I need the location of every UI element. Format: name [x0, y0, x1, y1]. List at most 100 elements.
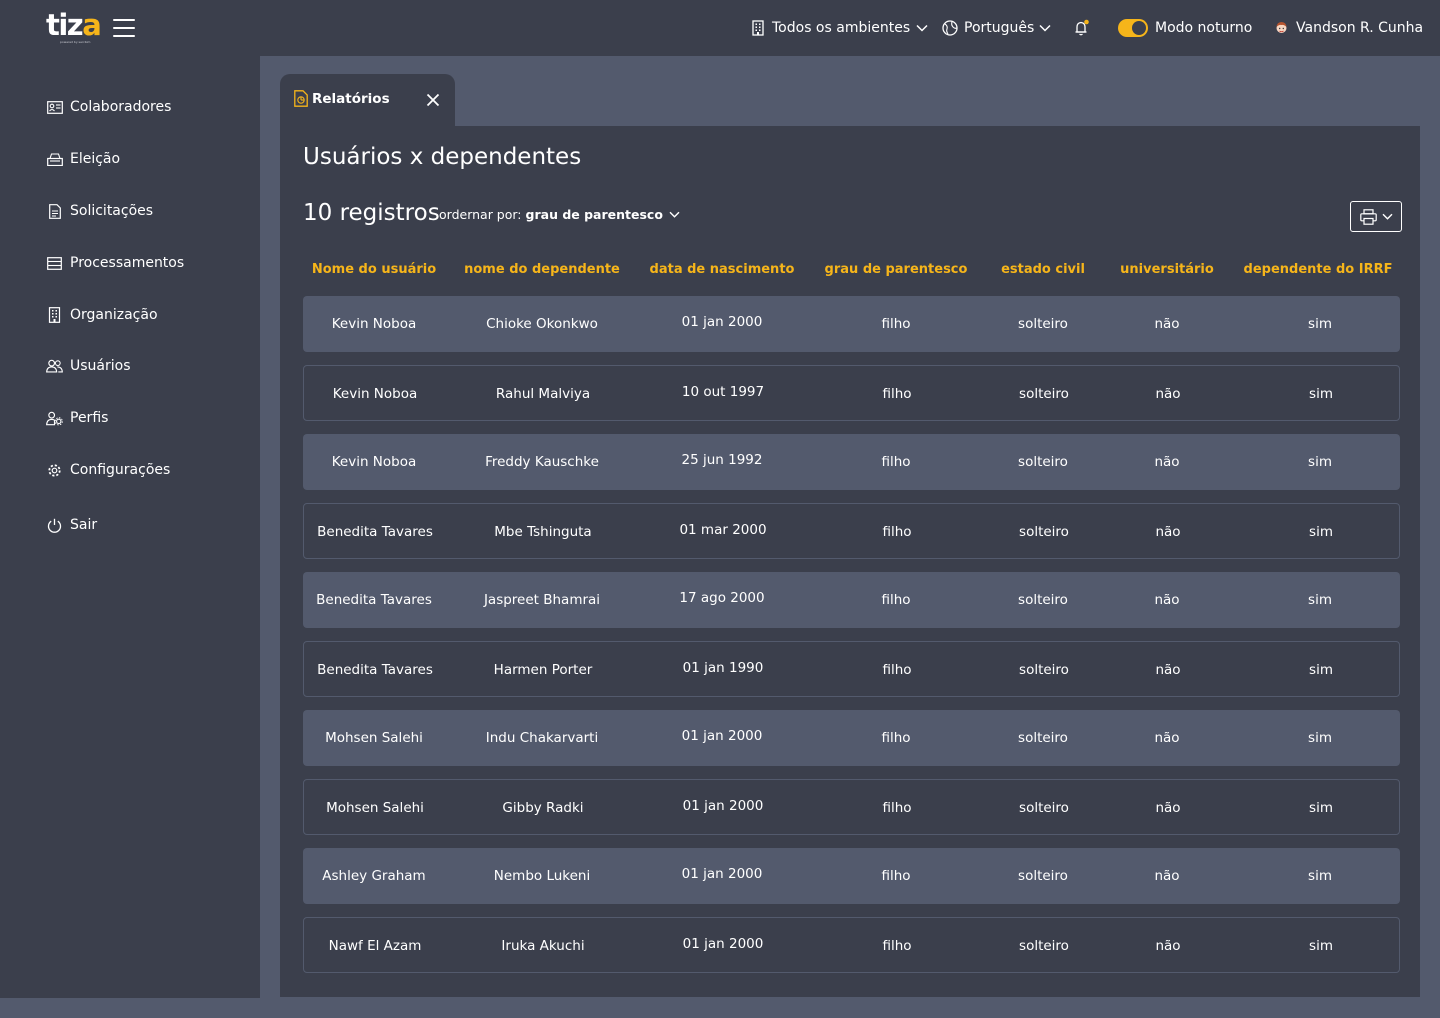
user-name-cell: Benedita Tavares	[317, 524, 433, 540]
birth-date-cell: 25 jun 1992	[681, 452, 763, 468]
irrf-dependent-cell: sim	[1308, 868, 1332, 884]
chevron-down-icon	[1381, 213, 1393, 220]
kinship-cell: filho	[882, 800, 912, 816]
birth-date-cell: 01 jan 2000	[682, 798, 764, 814]
avatar-icon	[1276, 22, 1287, 33]
irrf-dependent-cell: sim	[1308, 730, 1332, 746]
university-cell: não	[1155, 938, 1181, 954]
university-cell: não	[1155, 662, 1181, 678]
column-header[interactable]: grau de parentesco	[825, 262, 968, 277]
night-mode-label: Modo noturno	[1155, 20, 1253, 36]
tab-relatorios[interactable]: Relatórios	[280, 74, 455, 126]
table-row[interactable]: Kevin Noboa Rahul Malviya 10 out 1997 filho…	[303, 365, 1400, 421]
building-icon	[752, 20, 764, 36]
print-button[interactable]	[1350, 201, 1402, 232]
table-row[interactable]: Benedita Tavares Mbe Tshinguta 01 mar 2000…	[303, 503, 1400, 559]
report-document-icon	[294, 90, 308, 107]
dependent-name-cell: Nembo Lukeni	[493, 868, 591, 884]
kinship-cell: filho	[881, 454, 911, 470]
table-row[interactable]: Mohsen Salehi Indu Chakarvarti 01 jan 2000…	[303, 710, 1400, 766]
sidebar-item-solicitacoes[interactable]: Solicitações	[46, 201, 153, 221]
close-icon[interactable]	[424, 91, 442, 109]
sidebar-item-eleicao[interactable]: Eleição	[46, 149, 120, 169]
irrf-dependent-cell: sim	[1309, 662, 1333, 678]
sidebar	[0, 56, 260, 998]
sidebar-item-label: Sair	[70, 517, 98, 533]
sidebar-item-usuarios[interactable]: Usuários	[46, 356, 131, 376]
table-row[interactable]: Ashley Graham Nembo Lukeni 01 jan 2000 filh…	[303, 848, 1400, 904]
column-header[interactable]: Nome do usuário	[312, 262, 436, 277]
marital-status-cell: solteiro	[1018, 730, 1068, 746]
hamburger-menu-icon[interactable]	[113, 19, 135, 37]
table-row[interactable]: Mohsen Salehi Gibby Radki 01 jan 2000 filho…	[303, 779, 1400, 835]
irrf-dependent-cell: sim	[1308, 592, 1332, 608]
table-row[interactable]: Nawf El Azam Iruka Akuchi 01 jan 2000 filho…	[303, 917, 1400, 973]
language-selector[interactable]: Português	[942, 18, 1051, 38]
marital-status-cell: solteiro	[1019, 524, 1069, 540]
birth-date-cell: 01 jan 2000	[682, 936, 764, 952]
column-header[interactable]: data de nascimento	[650, 262, 795, 277]
sidebar-item-colaboradores[interactable]: Colaboradores	[46, 97, 171, 117]
sidebar-item-label: Solicitações	[70, 203, 154, 219]
night-mode-switch[interactable]	[1118, 19, 1148, 37]
gear-icon	[46, 462, 63, 479]
kinship-cell: filho	[882, 662, 912, 678]
marital-status-cell: solteiro	[1018, 316, 1068, 332]
birth-date-cell: 01 jan 2000	[681, 866, 763, 882]
table-row[interactable]: Kevin Noboa Chioke Okonkwo 01 jan 2000 filh…	[303, 296, 1400, 352]
notifications-button[interactable]	[1073, 18, 1091, 38]
column-header[interactable]: universitário	[1120, 262, 1214, 277]
kinship-cell: filho	[881, 868, 911, 884]
sort-prefix: ordernar por:	[439, 207, 522, 222]
user-name-cell: Kevin Noboa	[331, 454, 417, 470]
university-cell: não	[1154, 454, 1180, 470]
user-name-cell: Mohsen Salehi	[325, 730, 423, 746]
marital-status-cell: solteiro	[1019, 938, 1069, 954]
dependent-name-cell: Chioke Okonkwo	[486, 316, 598, 332]
birth-date-cell: 01 jan 2000	[681, 728, 763, 744]
sidebar-item-configuracoes[interactable]: Configurações	[46, 460, 170, 480]
kinship-cell: filho	[882, 524, 912, 540]
sidebar-item-sair[interactable]: Sair	[46, 515, 97, 535]
table-row[interactable]: Benedita Tavares Harmen Porter 01 jan 1990…	[303, 641, 1400, 697]
marital-status-cell: solteiro	[1019, 662, 1069, 678]
column-header[interactable]: dependente do IRRF	[1244, 262, 1393, 277]
sidebar-item-processamentos[interactable]: Processamentos	[46, 253, 184, 273]
kinship-cell: filho	[881, 730, 911, 746]
building-icon	[46, 307, 63, 324]
tab-label: Relatórios	[312, 91, 390, 107]
night-mode-toggle[interactable]: Modo noturno	[1118, 18, 1252, 38]
marital-status-cell: solteiro	[1018, 592, 1068, 608]
tiza-logo[interactable]: tiza powered by sercbim	[46, 9, 102, 45]
sort-selector[interactable]: ordernar por: grau de parentesco	[439, 207, 680, 222]
sidebar-item-organizacao[interactable]: Organização	[46, 305, 158, 325]
sidebar-item-label: Colaboradores	[70, 99, 172, 115]
column-header[interactable]: estado civil	[1001, 262, 1085, 277]
birth-date-cell: 01 jan 2000	[681, 314, 763, 330]
chevron-down-icon	[916, 24, 928, 32]
irrf-dependent-cell: sim	[1308, 454, 1332, 470]
sidebar-item-perfis[interactable]: Perfis	[46, 408, 108, 428]
user-name: Vandson R. Cunha	[1296, 20, 1424, 36]
table-row[interactable]: Kevin Noboa Freddy Kauschke 25 jun 1992 fil…	[303, 434, 1400, 490]
sidebar-item-label: Organização	[70, 307, 158, 323]
bell-icon	[1075, 19, 1089, 36]
user-name-cell: Kevin Noboa	[331, 316, 417, 332]
dependent-name-cell: Harmen Porter	[493, 662, 593, 678]
chevron-down-icon	[1039, 24, 1051, 32]
marital-status-cell: solteiro	[1018, 454, 1068, 470]
birth-date-cell: 17 ago 2000	[679, 590, 765, 606]
dependent-name-cell: Jaspreet Bhamrai	[483, 592, 601, 608]
marital-status-cell: solteiro	[1018, 868, 1068, 884]
marital-status-cell: solteiro	[1019, 386, 1069, 402]
environment-selector[interactable]: Todos os ambientes	[751, 18, 928, 38]
university-cell: não	[1154, 316, 1180, 332]
sidebar-item-label: Perfis	[70, 410, 109, 426]
sidebar-item-label: Processamentos	[70, 255, 185, 271]
irrf-dependent-cell: sim	[1309, 524, 1333, 540]
document-icon	[46, 203, 63, 220]
user-name-cell: Benedita Tavares	[317, 662, 433, 678]
column-header[interactable]: nome do dependente	[464, 262, 620, 277]
user-menu[interactable]: Vandson R. Cunha	[1274, 18, 1423, 38]
table-row[interactable]: Benedita Tavares Jaspreet Bhamrai 17 ago 2…	[303, 572, 1400, 628]
